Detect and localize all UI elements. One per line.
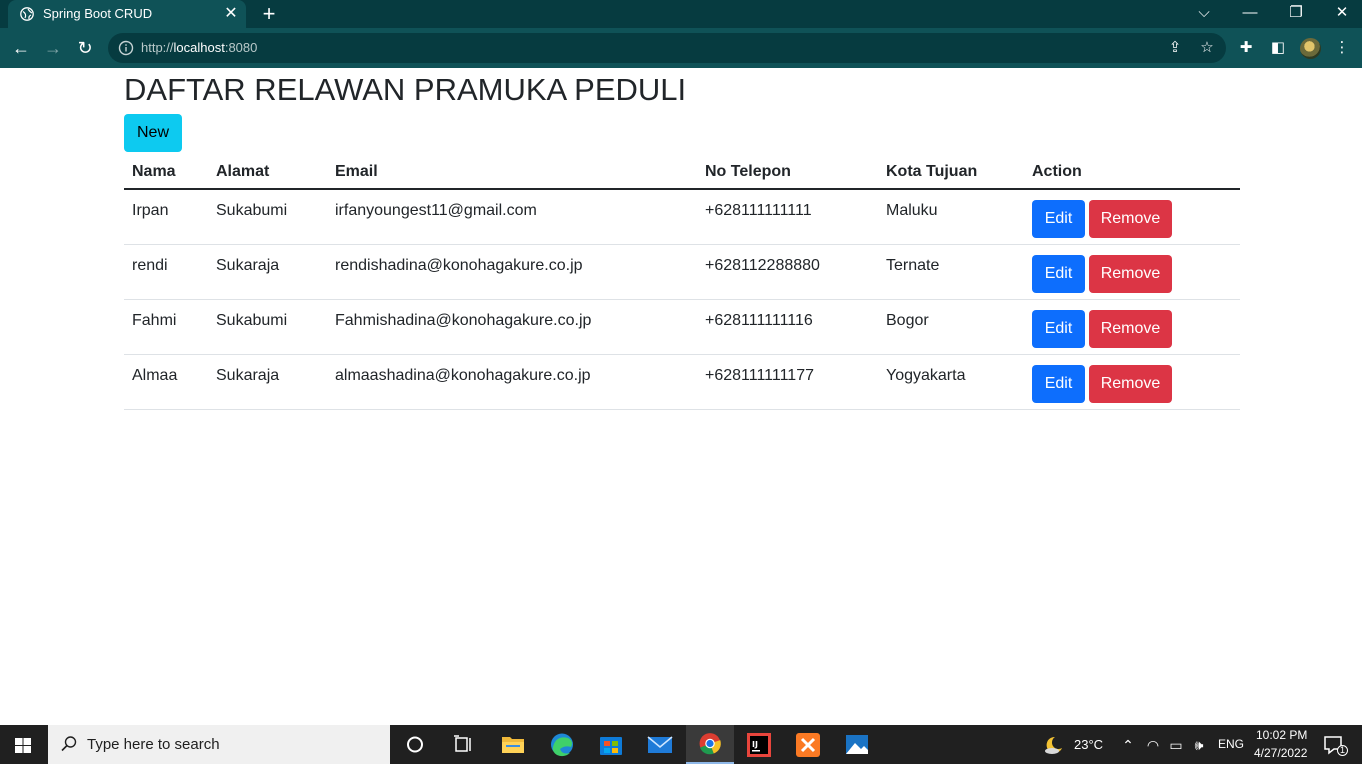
cell-telepon: +628111111111 <box>705 202 812 219</box>
cell-nama: Almaa <box>132 367 178 384</box>
cell-kota: Yogyakarta <box>886 367 966 384</box>
cell-email: rendishadina@konohagakure.co.jp <box>335 257 583 274</box>
language-indicator[interactable]: ENG <box>1218 737 1244 751</box>
file-explorer-icon[interactable] <box>489 725 537 764</box>
cell-email: irfanyoungest11@gmail.com <box>335 202 537 219</box>
remove-button[interactable]: Remove <box>1089 255 1172 293</box>
address-bar[interactable]: http://localhost:8080 ⇪ ☆ <box>108 33 1226 63</box>
cell-kota: Maluku <box>886 202 938 219</box>
restore-button[interactable]: ❐ <box>1273 0 1319 28</box>
reload-icon[interactable]: ↻ <box>73 36 97 60</box>
profile-avatar[interactable] <box>1300 38 1321 59</box>
wifi-icon[interactable]: ◠ <box>1143 735 1163 755</box>
globe-icon <box>20 7 34 21</box>
cell-alamat: Sukaraja <box>216 367 280 384</box>
browser-toolbar: ← → ↻ http://localhost:8080 ⇪ ☆ ✚ ◧ ⋮ <box>0 28 1362 68</box>
remove-button[interactable]: Remove <box>1089 200 1172 238</box>
table-row: Fahmi Sukabumi Fahmishadina@konohagakure… <box>124 300 1240 355</box>
header-no-telepon: No Telepon <box>705 163 791 180</box>
cortana-icon[interactable] <box>391 725 439 764</box>
remove-button[interactable]: Remove <box>1089 310 1172 348</box>
table-header: Nama Alamat Email No Telepon Kota Tujuan… <box>124 158 1240 190</box>
cell-nama: Irpan <box>132 202 169 219</box>
url-scheme: http:// <box>141 40 174 55</box>
windows-taskbar: Type here to search IJ 23°C ⌃ ◠ ▭ 🕪 ENG … <box>0 725 1362 764</box>
new-tab-button[interactable]: + <box>258 3 280 25</box>
chevron-up-icon[interactable]: ⌃ <box>1118 735 1138 755</box>
cell-nama: Fahmi <box>132 312 177 329</box>
clock-time[interactable]: 10:02 PM <box>1256 728 1307 742</box>
back-arrow-icon[interactable]: ← <box>9 36 33 60</box>
relawan-table: Nama Alamat Email No Telepon Kota Tujuan… <box>124 158 1240 410</box>
volume-icon[interactable]: 🕪 <box>1189 735 1209 755</box>
cell-kota: Bogor <box>886 312 929 329</box>
svg-text:IJ: IJ <box>752 740 758 749</box>
edge-browser-icon[interactable] <box>538 725 586 764</box>
search-icon <box>61 736 77 752</box>
weather-moon-icon[interactable] <box>1043 734 1065 756</box>
weather-temperature[interactable]: 23°C <box>1074 737 1103 752</box>
windows-start-icon[interactable] <box>0 725 47 764</box>
share-icon[interactable]: ⇪ <box>1165 38 1185 58</box>
header-alamat: Alamat <box>216 163 270 180</box>
browser-tab[interactable]: Spring Boot CRUD ✕ <box>8 0 246 28</box>
more-menu-icon[interactable]: ⋮ <box>1332 38 1352 58</box>
edit-button[interactable]: Edit <box>1032 255 1085 293</box>
remove-button[interactable]: Remove <box>1089 365 1172 403</box>
cell-telepon: +628112288880 <box>705 257 820 274</box>
page-title: DAFTAR RELAWAN PRAMUKA PEDULI <box>124 72 687 107</box>
minimize-button[interactable]: — <box>1227 0 1273 28</box>
edit-button[interactable]: Edit <box>1032 200 1085 238</box>
cell-alamat: Sukabumi <box>216 202 288 219</box>
bookmark-star-icon[interactable]: ☆ <box>1197 38 1217 58</box>
header-action: Action <box>1032 163 1082 180</box>
xampp-icon[interactable] <box>784 725 832 764</box>
header-kota-tujuan: Kota Tujuan <box>886 163 978 180</box>
forward-arrow-icon[interactable]: → <box>41 36 65 60</box>
table-row: rendi Sukaraja rendishadina@konohagakure… <box>124 245 1240 300</box>
page-content: DAFTAR RELAWAN PRAMUKA PEDULI New Nama A… <box>0 68 1362 725</box>
mail-icon[interactable] <box>636 725 684 764</box>
edit-button[interactable]: Edit <box>1032 365 1085 403</box>
task-view-icon[interactable] <box>439 725 487 764</box>
chrome-icon[interactable] <box>686 725 734 764</box>
tab-close-icon[interactable]: ✕ <box>224 5 238 23</box>
header-email: Email <box>335 163 378 180</box>
cell-telepon: +628111111177 <box>705 367 814 384</box>
photos-icon[interactable] <box>833 725 881 764</box>
edit-button[interactable]: Edit <box>1032 310 1085 348</box>
intellij-icon[interactable]: IJ <box>735 725 783 764</box>
close-window-button[interactable]: ✕ <box>1319 0 1362 28</box>
cell-alamat: Sukabumi <box>216 312 288 329</box>
extensions-puzzle-icon[interactable]: ✚ <box>1236 38 1256 58</box>
table-row: Irpan Sukabumi irfanyoungest11@gmail.com… <box>124 190 1240 245</box>
table-row: Almaa Sukaraja almaashadina@konohagakure… <box>124 355 1240 410</box>
url-host: localhost <box>173 40 225 55</box>
url-text: http://localhost:8080 <box>141 40 257 55</box>
side-panel-icon[interactable]: ◧ <box>1268 38 1288 58</box>
tab-title: Spring Boot CRUD <box>43 6 153 21</box>
search-placeholder: Type here to search <box>87 736 220 753</box>
url-port: :8080 <box>224 40 258 55</box>
browser-titlebar: Spring Boot CRUD ✕ + ⌵ — ❐ ✕ <box>0 0 1362 28</box>
info-icon[interactable] <box>118 40 134 56</box>
cell-nama: rendi <box>132 257 168 274</box>
taskbar-search-box[interactable]: Type here to search <box>48 725 390 764</box>
cell-kota: Ternate <box>886 257 940 274</box>
tab-search-icon[interactable]: ⌵ <box>1181 0 1227 28</box>
header-nama: Nama <box>132 163 176 180</box>
cell-email: Fahmishadina@konohagakure.co.jp <box>335 312 592 329</box>
microsoft-store-icon[interactable] <box>587 725 635 764</box>
new-button[interactable]: New <box>124 114 182 152</box>
cell-telepon: +628111111116 <box>705 312 813 329</box>
battery-icon[interactable]: ▭ <box>1166 735 1186 755</box>
cell-alamat: Sukaraja <box>216 257 280 274</box>
notification-count-badge: 1 <box>1337 745 1348 756</box>
cell-email: almaashadina@konohagakure.co.jp <box>335 367 591 384</box>
clock-date[interactable]: 4/27/2022 <box>1254 746 1307 760</box>
